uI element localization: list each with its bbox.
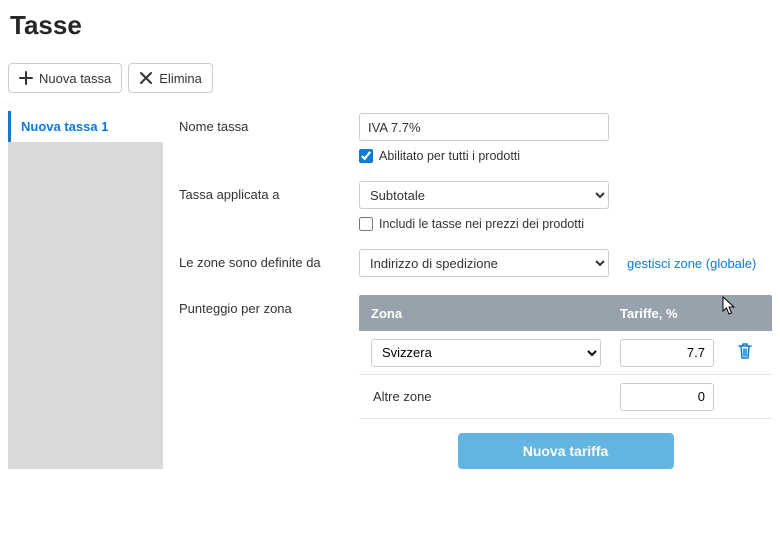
toolbar: Nuova tassa Elimina bbox=[8, 63, 772, 93]
rate-zone-label: Altre zone bbox=[371, 389, 432, 404]
sidebar: Nuova tassa 1 bbox=[8, 111, 163, 469]
zones-defined-label: Le zone sono definite da bbox=[179, 249, 359, 270]
new-tax-button-label: Nuova tassa bbox=[39, 71, 111, 86]
applied-label: Tassa applicata a bbox=[179, 181, 359, 202]
rates-table: Zona Tariffe, % Svizzera bbox=[359, 295, 772, 469]
page-title: Tasse bbox=[10, 10, 772, 41]
enabled-checkbox[interactable] bbox=[359, 149, 373, 163]
new-tax-button[interactable]: Nuova tassa bbox=[8, 63, 122, 93]
name-label: Nome tassa bbox=[179, 113, 359, 134]
rate-row: Svizzera bbox=[359, 331, 772, 375]
include-prices-label: Includi le tasse nei prezzi dei prodotti bbox=[379, 217, 584, 231]
delete-button[interactable]: Elimina bbox=[128, 63, 213, 93]
rates-header: Zona Tariffe, % bbox=[359, 295, 772, 331]
trash-icon[interactable] bbox=[737, 342, 753, 363]
rate-value-input[interactable] bbox=[620, 383, 714, 411]
zones-defined-select[interactable]: Indirizzo di spedizione bbox=[359, 249, 609, 277]
manage-zones-link[interactable]: gestisci zone (globale) bbox=[627, 256, 756, 271]
rate-zone-select[interactable]: Svizzera bbox=[371, 339, 601, 367]
rates-header-rate: Tariffe, % bbox=[620, 306, 760, 321]
new-rate-button[interactable]: Nuova tariffa bbox=[458, 433, 674, 469]
rate-value-input[interactable] bbox=[620, 339, 714, 367]
enabled-label: Abilitato per tutti i prodotti bbox=[379, 149, 520, 163]
x-icon bbox=[139, 71, 153, 85]
rates-header-zone: Zona bbox=[371, 306, 620, 321]
delete-button-label: Elimina bbox=[159, 71, 202, 86]
rates-label: Punteggio per zona bbox=[179, 295, 359, 316]
tax-form: Nome tassa Abilitato per tutti i prodott… bbox=[163, 111, 772, 469]
sidebar-item-tax-1[interactable]: Nuova tassa 1 bbox=[8, 111, 163, 142]
include-prices-checkbox[interactable] bbox=[359, 217, 373, 231]
rate-row: Altre zone bbox=[359, 375, 772, 419]
applied-select[interactable]: Subtotale bbox=[359, 181, 609, 209]
plus-icon bbox=[19, 71, 33, 85]
name-input[interactable] bbox=[359, 113, 609, 141]
